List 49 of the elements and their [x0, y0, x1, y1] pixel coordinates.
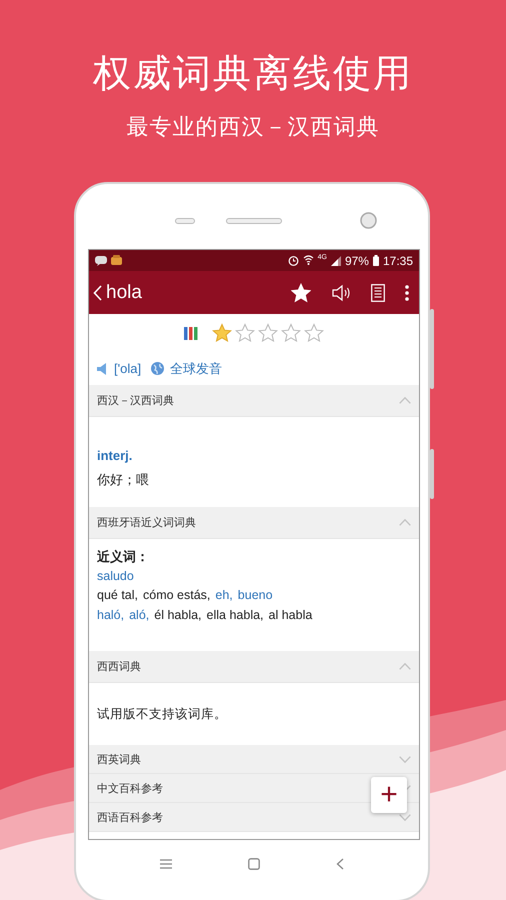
synonym-word: al habla [268, 606, 312, 624]
home-icon[interactable] [248, 858, 260, 870]
battery-icon [372, 255, 379, 266]
synonyms-heading: 近义词： [97, 548, 150, 566]
phonetic-link[interactable]: ['ola] [114, 361, 142, 376]
global-pronunciation-link[interactable]: 全球发音 [170, 360, 222, 378]
speaker-icon[interactable] [331, 284, 351, 302]
synonym-link[interactable]: haló, [97, 606, 124, 625]
signal-icon [330, 256, 341, 266]
star-filled-icon [212, 323, 232, 343]
battery-percent: 97% [344, 254, 369, 268]
synonym-word: qué tal, [97, 587, 138, 604]
section-header[interactable]: 西汉－汉西词典 [89, 385, 419, 417]
synonym-link[interactable]: aló, [129, 606, 150, 625]
star-empty-icon [281, 323, 301, 343]
synonym-link[interactable]: eh, [215, 586, 233, 606]
headword: hola [106, 282, 142, 304]
star-empty-icon [235, 323, 255, 343]
synonym-word: ella habla, [206, 606, 264, 624]
menu-icon[interactable] [160, 859, 172, 869]
section-header[interactable]: 西班牙语近义词词典 [89, 507, 419, 539]
section-header[interactable]: 西语百科参考 [89, 803, 419, 832]
more-icon[interactable] [405, 284, 409, 302]
star-empty-icon [304, 323, 324, 343]
promo-title: 权威词典离线使用 [93, 52, 413, 97]
frequency-icon [184, 326, 198, 340]
section-header[interactable]: 西英词典 [89, 745, 419, 774]
speaker-grille-icon [226, 218, 282, 224]
app-notification-icon [111, 255, 122, 266]
synonym-link[interactable]: saludo [97, 566, 134, 586]
globe-icon [151, 362, 164, 375]
document-icon[interactable] [371, 284, 385, 302]
clock: 17:35 [382, 254, 413, 268]
message-icon [95, 256, 107, 266]
synonym-word: cómo estás, [143, 587, 210, 604]
camera-icon [360, 212, 377, 229]
star-empty-icon [258, 323, 278, 343]
notice-text: 试用版不支持该词库。 [97, 706, 227, 722]
add-button[interactable]: + [371, 777, 407, 813]
wifi-icon [302, 255, 314, 266]
part-of-speech: interj. [97, 448, 134, 462]
speaker-slot-icon [175, 218, 195, 224]
synonym-word: él habla, [154, 606, 202, 624]
synonym-link[interactable]: bueno [238, 586, 273, 606]
star-icon[interactable] [291, 282, 311, 302]
promo-subtitle: 最专业的西汉－汉西词典 [126, 113, 380, 141]
alarm-icon [288, 255, 299, 266]
section-header[interactable]: 西西词典 [89, 651, 419, 683]
definition-text: 你好；喂 [97, 470, 150, 488]
